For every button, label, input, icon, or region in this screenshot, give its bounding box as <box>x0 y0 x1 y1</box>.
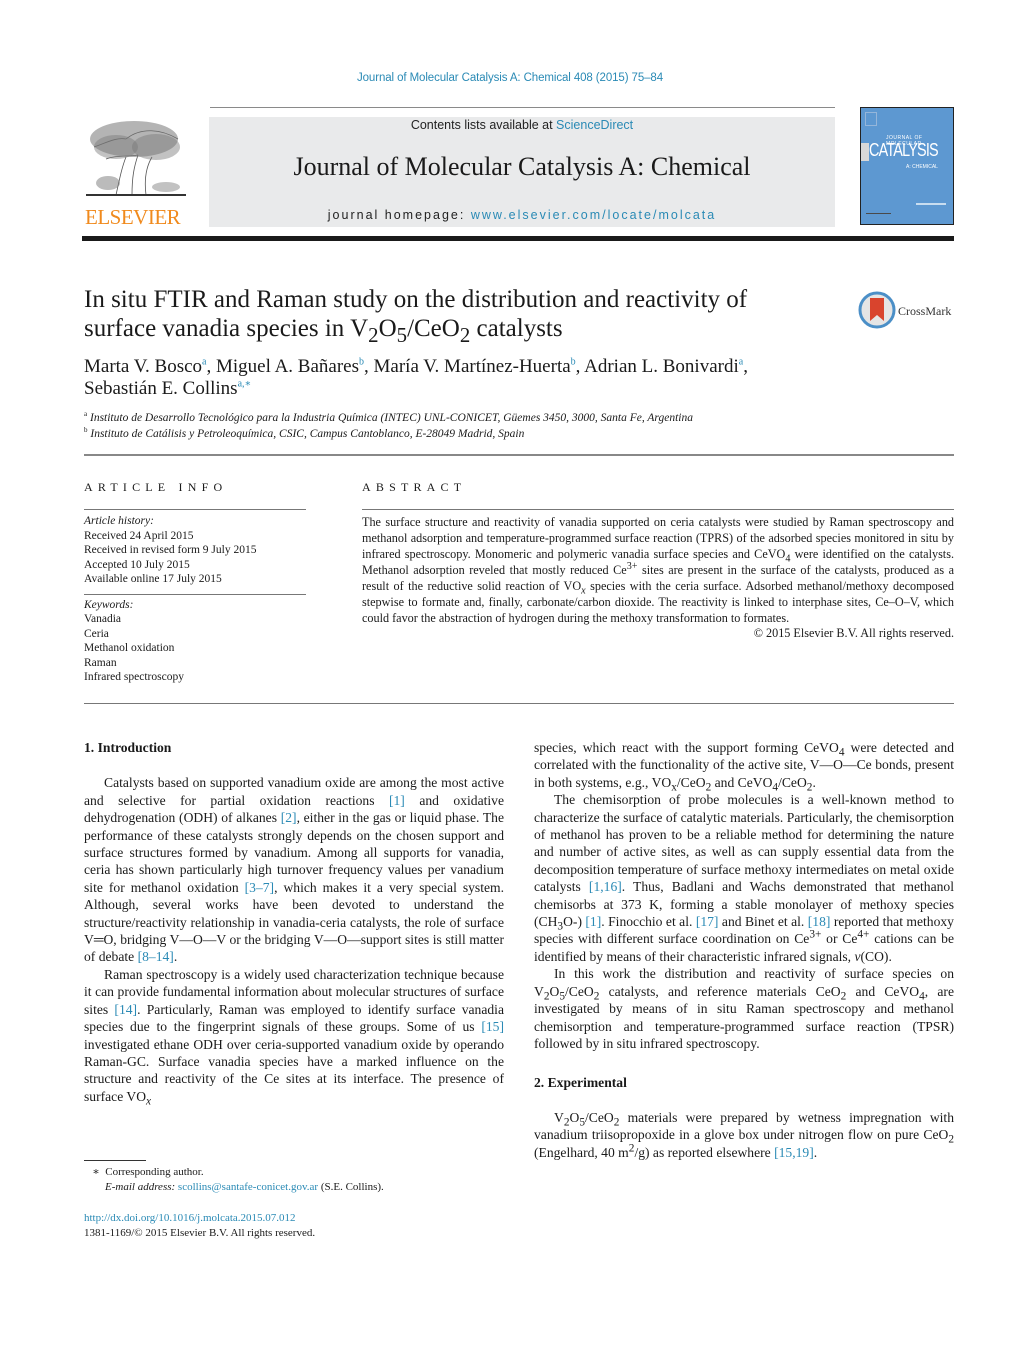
journal-banner: Contents lists available at ScienceDirec… <box>209 117 835 227</box>
citation-link[interactable]: [1,16] <box>589 879 622 894</box>
citation-link[interactable]: [1] <box>585 914 601 929</box>
abstract-body: The surface structure and reactivity of … <box>362 515 954 625</box>
citation-link[interactable]: [14] <box>114 1002 137 1017</box>
keywords: Keywords: Vanadia Ceria Methanol oxidati… <box>84 598 306 685</box>
affiliations: a Instituto de Desarrollo Tecnológico pa… <box>84 410 944 442</box>
elsevier-tree-icon <box>86 121 186 196</box>
paragraph: Catalysts based on supported vanadium ox… <box>84 775 504 965</box>
corresponding-author-note: ∗ Corresponding author. <box>92 1166 204 1178</box>
crossmark-badge[interactable]: CrossMark <box>858 291 958 331</box>
article-title: In situ FTIR and Raman study on the dist… <box>84 285 824 347</box>
footnote: ∗ Corresponding author. E-mail address: … <box>84 1165 504 1194</box>
keyword: Raman <box>84 656 117 669</box>
cover-big-text: CATALYSIS <box>869 140 939 160</box>
email-link[interactable]: scollins@santafe-conicet.gov.ar <box>178 1181 318 1193</box>
paragraph: V2O5/CeO2 materials were prepared by wet… <box>534 1109 954 1160</box>
cover-logo-icon <box>865 112 877 126</box>
cover-decoration <box>866 213 891 214</box>
journal-reference[interactable]: Journal of Molecular Catalysis A: Chemic… <box>0 72 1020 84</box>
abstract: ABSTRACT The surface structure and react… <box>362 480 954 641</box>
paragraph: Raman spectroscopy is a widely used char… <box>84 966 504 1108</box>
citation-link[interactable]: [17] <box>696 914 719 929</box>
keywords-label: Keywords: <box>84 598 134 611</box>
elsevier-logo[interactable]: ELSEVIER <box>82 115 202 229</box>
affiliation: a Instituto de Desarrollo Tecnológico pa… <box>84 410 693 424</box>
body-left-column: 1. Introduction Catalysts based on suppo… <box>84 739 504 1108</box>
homepage-link[interactable]: www.elsevier.com/locate/molcata <box>471 208 716 222</box>
divider <box>362 509 954 510</box>
author-list: Marta V. Boscoa, Miguel A. Bañaresb, Mar… <box>84 356 748 399</box>
section-divider <box>84 703 954 704</box>
paragraph: species, which react with the support fo… <box>534 740 954 794</box>
history-item: Available online 17 July 2015 <box>84 573 222 585</box>
divider <box>84 509 306 510</box>
email-line: E-mail address: scollins@santafe-conicet… <box>105 1180 384 1193</box>
author-affiliation-mark[interactable]: a <box>202 357 206 368</box>
homepage-prefix: journal homepage: <box>327 208 471 222</box>
keyword: Methanol oxidation <box>84 642 175 654</box>
citation-link[interactable]: [8–14] <box>138 949 174 964</box>
keyword: Ceria <box>84 627 109 640</box>
keyword: Vanadia <box>84 613 122 625</box>
abstract-heading: ABSTRACT <box>362 480 467 494</box>
crossmark-icon <box>858 291 896 329</box>
history-item: Accepted 10 July 2015 <box>84 558 190 571</box>
history-item: Received 24 April 2015 <box>84 529 194 542</box>
author[interactable]: Miguel A. Bañares <box>216 356 359 377</box>
author-affiliation-mark[interactable]: b <box>571 357 576 368</box>
history-label: Article history: <box>84 515 154 527</box>
section-divider <box>84 454 954 456</box>
affiliation: b Instituto de Catálisis y Petroleoquími… <box>84 426 525 440</box>
paragraph: The chemisorption of probe molecules is … <box>534 792 954 964</box>
cover-decoration <box>916 203 946 205</box>
citation-link[interactable]: [15,19] <box>774 1145 814 1160</box>
author[interactable]: Adrian L. Bonivardi <box>584 356 739 377</box>
author[interactable]: Marta V. Bosco <box>84 356 202 377</box>
crossmark-label: CrossMark <box>898 304 952 318</box>
header-thick-rule <box>82 236 954 241</box>
author[interactable]: Sebastián E. Collins <box>84 378 238 399</box>
author-affiliation-mark[interactable]: a,∗ <box>238 379 252 390</box>
contents-availability: Contents lists available at ScienceDirec… <box>209 118 835 132</box>
article-info-heading: ARTICLE INFO <box>84 480 228 494</box>
history-item: Received in revised form 9 July 2015 <box>84 544 257 556</box>
abstract-copyright: © 2015 Elsevier B.V. All rights reserved… <box>753 626 954 640</box>
citation-link[interactable]: [1] <box>389 793 405 808</box>
sciencedirect-link[interactable]: ScienceDirect <box>556 118 633 132</box>
body-right-column: species, which react with the support fo… <box>534 739 954 1161</box>
cover-letter-box <box>861 143 869 161</box>
citation-link[interactable]: [18] <box>808 914 831 929</box>
footnote-rule <box>84 1160 146 1161</box>
article-info: ARTICLE INFO Article history: Received 2… <box>84 480 306 685</box>
keyword: Infrared spectroscopy <box>84 671 184 683</box>
title-line-2: surface vanadia species in V2O5/CeO2 cat… <box>84 315 563 347</box>
author[interactable]: María V. Martínez-Huerta <box>374 356 571 377</box>
article-history: Article history: Received 24 April 2015 … <box>84 514 306 587</box>
title-line-1: In situ FTIR and Raman study on the dist… <box>84 286 748 313</box>
paragraph: In this work the distribution and reacti… <box>534 966 954 1051</box>
author-affiliation-mark[interactable]: b <box>359 357 364 368</box>
author-affiliation-mark[interactable]: a <box>739 357 743 368</box>
citation-link[interactable]: [2] <box>281 810 297 825</box>
citation-link[interactable]: [3–7] <box>245 880 274 895</box>
journal-homepage: journal homepage: www.elsevier.com/locat… <box>209 208 835 222</box>
divider <box>84 593 306 595</box>
doi-link[interactable]: http://dx.doi.org/10.1016/j.molcata.2015… <box>84 1212 296 1224</box>
journal-title: Journal of Molecular Catalysis A: Chemic… <box>293 152 751 181</box>
section-heading-experimental: 2. Experimental <box>534 1075 627 1091</box>
citation-link[interactable]: [15] <box>481 1019 504 1034</box>
contents-prefix: Contents lists available at <box>410 118 557 132</box>
issn-copyright: 1381-1169/© 2015 Elsevier B.V. All right… <box>84 1226 316 1239</box>
doi-block: http://dx.doi.org/10.1016/j.molcata.2015… <box>84 1211 315 1240</box>
cover-sub-text: A: CHEMICAL <box>906 164 938 170</box>
section-heading-introduction: 1. Introduction <box>84 740 172 755</box>
journal-cover-thumbnail[interactable]: JOURNAL OF MOLECULAR CATALYSIS A: CHEMIC… <box>860 107 954 225</box>
elsevier-wordmark: ELSEVIER <box>85 205 181 229</box>
header-top-rule <box>210 107 835 108</box>
